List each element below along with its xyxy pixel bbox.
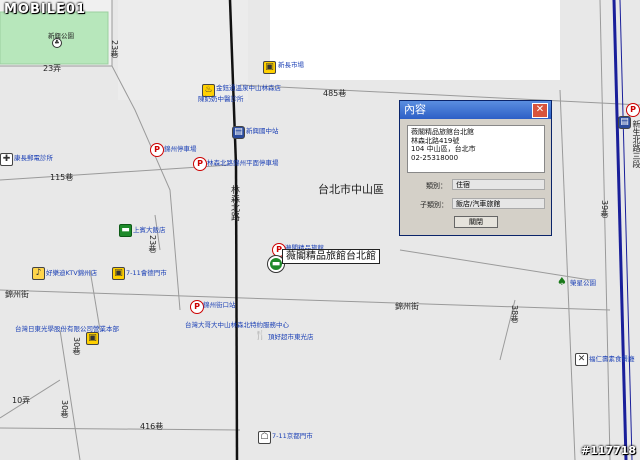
- street-label: 485巷: [323, 89, 347, 98]
- parking-icon[interactable]: P: [190, 300, 204, 314]
- watermark: MOBILE01: [4, 2, 86, 17]
- poi-label[interactable]: 錦州停車場: [164, 146, 197, 153]
- street-label: 30巷: [72, 337, 81, 356]
- street-label: 115巷: [50, 173, 74, 182]
- address-line: 林森北路419號: [411, 136, 460, 145]
- poi-label[interactable]: 台灣日東光學股份有限公司營業本部: [15, 326, 119, 333]
- street-label: 30巷: [60, 400, 69, 419]
- street-label: 林森北路: [229, 185, 239, 221]
- street-label: 錦州街: [5, 290, 29, 299]
- subcategory-field: 飯店/汽車旅館: [452, 198, 545, 209]
- poi-label[interactable]: 康長郵電診所: [14, 155, 53, 162]
- poi-label[interactable]: 金鈺通溫泉中山林森店: [216, 85, 281, 92]
- street-label: 10弄: [12, 396, 31, 405]
- office-icon[interactable]: ▣: [86, 332, 99, 345]
- parking-icon[interactable]: P: [626, 103, 640, 117]
- address-line: 02-25318000: [411, 153, 459, 162]
- convenience-store-icon[interactable]: ☖: [258, 431, 271, 444]
- subcategory-label: 子類別：: [420, 201, 448, 209]
- hotel-icon[interactable]: ▬: [119, 224, 132, 237]
- street-label: 23弄: [43, 64, 62, 73]
- category-field: 住宿: [452, 179, 545, 190]
- street-label: 錦州街: [395, 302, 419, 311]
- address-line: 104 中山區，台北市: [411, 145, 476, 153]
- convenience-store-icon[interactable]: ▣: [112, 267, 125, 280]
- address-box: 薇閣精品旅館台北館 林森北路419號 104 中山區，台北市 02-253180…: [407, 125, 545, 173]
- parking-icon[interactable]: P: [193, 157, 207, 171]
- clinic-icon[interactable]: ✚: [0, 153, 13, 166]
- poi-label[interactable]: 陳奶奶中醫診所: [198, 96, 244, 103]
- poi-label[interactable]: 好樂迪KTV錦州店: [46, 270, 97, 277]
- poi-label[interactable]: 台灣大哥大中山林森北特約服務中心: [185, 322, 289, 329]
- poi-detail-popup: 內容 ✕ 薇閣精品旅館台北館 林森北路419號 104 中山區，台北市 02-2…: [399, 100, 552, 236]
- bus-stop-icon[interactable]: ▤: [618, 116, 631, 129]
- park-icon: ♣: [52, 38, 62, 48]
- tree-icon: ♠: [557, 275, 567, 288]
- close-icon[interactable]: ✕: [532, 103, 548, 118]
- street-label: 23巷: [148, 235, 157, 254]
- popup-titlebar[interactable]: 內容 ✕: [400, 101, 551, 119]
- street-label: 新生北路三段: [632, 120, 640, 168]
- poi-label[interactable]: 新興公園: [48, 33, 74, 40]
- district-label: 台北市中山區: [318, 183, 384, 196]
- restaurant-icon[interactable]: ✕: [575, 353, 588, 366]
- poi-label[interactable]: 林森北路錦州平面停車場: [207, 160, 279, 167]
- street-label: 39巷: [600, 200, 609, 219]
- image-id: #117718: [580, 444, 636, 457]
- poi-label[interactable]: 7-11會德門市: [126, 270, 167, 277]
- market-icon[interactable]: ▣: [263, 61, 276, 74]
- category-label: 類別：: [426, 182, 447, 190]
- parking-icon[interactable]: P: [150, 143, 164, 157]
- popup-title: 內容: [404, 103, 426, 116]
- poi-label[interactable]: 錦州街口站: [203, 302, 236, 309]
- bus-stop-icon[interactable]: ▤: [232, 126, 245, 139]
- map-canvas[interactable]: MOBILE01 23弄 23巷 485巷 115巷 林森北路 23巷 錦州街 …: [0, 0, 640, 460]
- street-label: 38巷: [510, 305, 519, 324]
- street-label: 416巷: [140, 422, 164, 431]
- poi-label[interactable]: 新興國中站: [246, 128, 279, 135]
- street-label: 23巷: [110, 40, 119, 59]
- ktv-icon[interactable]: ♪: [32, 267, 45, 280]
- poi-label[interactable]: 7-11京都門市: [272, 433, 313, 440]
- poi-label[interactable]: 頂好超市東光店: [268, 334, 314, 341]
- selected-poi-callout[interactable]: 薇閣精品旅館台北館: [282, 249, 380, 264]
- address-line: 薇閣精品旅館台北館: [411, 128, 474, 136]
- close-button[interactable]: 關閉: [454, 216, 498, 228]
- poi-label[interactable]: 新長市場: [278, 62, 304, 69]
- poi-label[interactable]: 上賓大飯店: [133, 227, 166, 234]
- poi-label[interactable]: 福仁壽素食餐廳: [589, 356, 635, 363]
- supermarket-icon[interactable]: 🍴: [254, 331, 267, 344]
- poi-label[interactable]: 榮星公園: [570, 280, 596, 287]
